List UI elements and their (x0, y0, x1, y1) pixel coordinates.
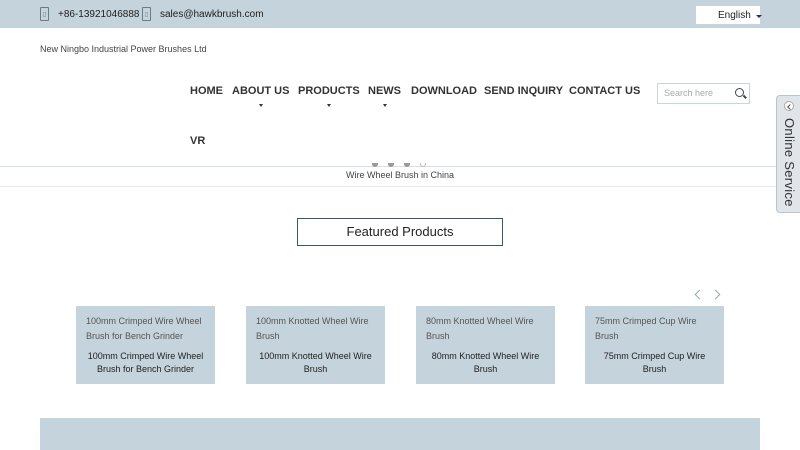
product-name[interactable]: 75mm Crimped Cup Wire Brush (591, 350, 718, 376)
dropdown-arrow-icon (382, 104, 387, 107)
slider-dot[interactable] (372, 163, 378, 167)
slider-dot[interactable] (404, 163, 410, 167)
footer-band (40, 418, 760, 450)
product-name[interactable]: 100mm Knotted Wheel Wire Brush (252, 350, 379, 376)
phone-icon: ▯ (40, 7, 49, 21)
dropdown-arrow-icon (326, 104, 331, 107)
product-card[interactable]: 80mm Knotted Wheel Wire Brush 80mm Knott… (416, 306, 555, 384)
top-bar: ▯ +86-13921046888 ▯ sales@hawkbrush.com … (0, 0, 800, 28)
company-name: New Ningbo Industrial Power Brushes Ltd (40, 44, 207, 54)
nav-label: ABOUT US (232, 85, 290, 97)
product-card[interactable]: 100mm Knotted Wheel Wire Brush 100mm Kno… (246, 306, 385, 384)
product-image-alt: 80mm Knotted Wheel Wire Brush (426, 316, 534, 341)
search-icon[interactable] (735, 88, 744, 97)
product-name[interactable]: 100mm Crimped Wire Wheel Brush for Bench… (82, 350, 209, 376)
nav-item-contact-us[interactable]: CONTACT US (569, 85, 640, 97)
nav-item-vr[interactable]: VR (190, 135, 205, 147)
nav-label: CONTACT US (569, 85, 641, 97)
banner-caption: Wire Wheel Brush in China (345, 170, 455, 180)
chevron-down-icon (755, 14, 762, 18)
nav-item-about-us[interactable]: ABOUT US (232, 85, 290, 107)
product-image-alt: 100mm Knotted Wheel Wire Brush (256, 316, 369, 341)
nav-label: DOWNLOAD (411, 85, 477, 97)
online-service-tab[interactable]: Online Service (776, 95, 800, 213)
carousel-next-icon[interactable] (710, 289, 721, 300)
email-address[interactable]: sales@hawkbrush.com (160, 9, 264, 20)
dropdown-arrow-icon (258, 104, 263, 107)
featured-products-title: Featured Products (297, 218, 503, 246)
nav-label: VR (190, 135, 206, 147)
nav-item-home[interactable]: HOME (190, 85, 223, 97)
phone-number[interactable]: +86-13921046888 (58, 9, 139, 20)
slider-dot-active[interactable] (420, 163, 426, 167)
section-divider (0, 186, 800, 187)
nav-item-products[interactable]: PRODUCTS (298, 85, 360, 107)
search-input[interactable]: Search here (664, 88, 713, 98)
nav-label: PRODUCTS (298, 85, 360, 97)
language-select[interactable]: English (696, 6, 762, 24)
nav-item-send-inquiry[interactable]: SEND INQUIRY (484, 85, 563, 97)
search-box[interactable]: Search here (657, 83, 750, 104)
online-service-label: Online Service (782, 118, 797, 207)
product-name[interactable]: 80mm Knotted Wheel Wire Brush (422, 350, 549, 376)
product-image-alt: 100mm Crimped Wire Wheel Brush for Bench… (86, 316, 202, 341)
nav-label: SEND INQUIRY (484, 85, 564, 97)
collapse-arrow-icon[interactable] (784, 101, 794, 111)
product-image-alt: 75mm Crimped Cup Wire Brush (595, 316, 697, 341)
carousel-prev-icon[interactable] (694, 289, 705, 300)
nav-label: HOME (190, 85, 223, 97)
product-card[interactable]: 75mm Crimped Cup Wire Brush 75mm Crimped… (585, 306, 724, 384)
slider-dot[interactable] (388, 163, 394, 167)
email-contact[interactable]: ▯ sales@hawkbrush.com (142, 7, 264, 21)
nav-item-download[interactable]: DOWNLOAD (411, 85, 477, 97)
email-icon: ▯ (142, 7, 151, 21)
slider-pagination (372, 163, 426, 167)
product-card[interactable]: 100mm Crimped Wire Wheel Brush for Bench… (76, 306, 215, 384)
nav-label: NEWS (368, 85, 401, 97)
nav-item-news[interactable]: NEWS (368, 85, 401, 107)
phone-contact[interactable]: ▯ +86-13921046888 (40, 7, 139, 21)
language-label: English (718, 9, 751, 21)
